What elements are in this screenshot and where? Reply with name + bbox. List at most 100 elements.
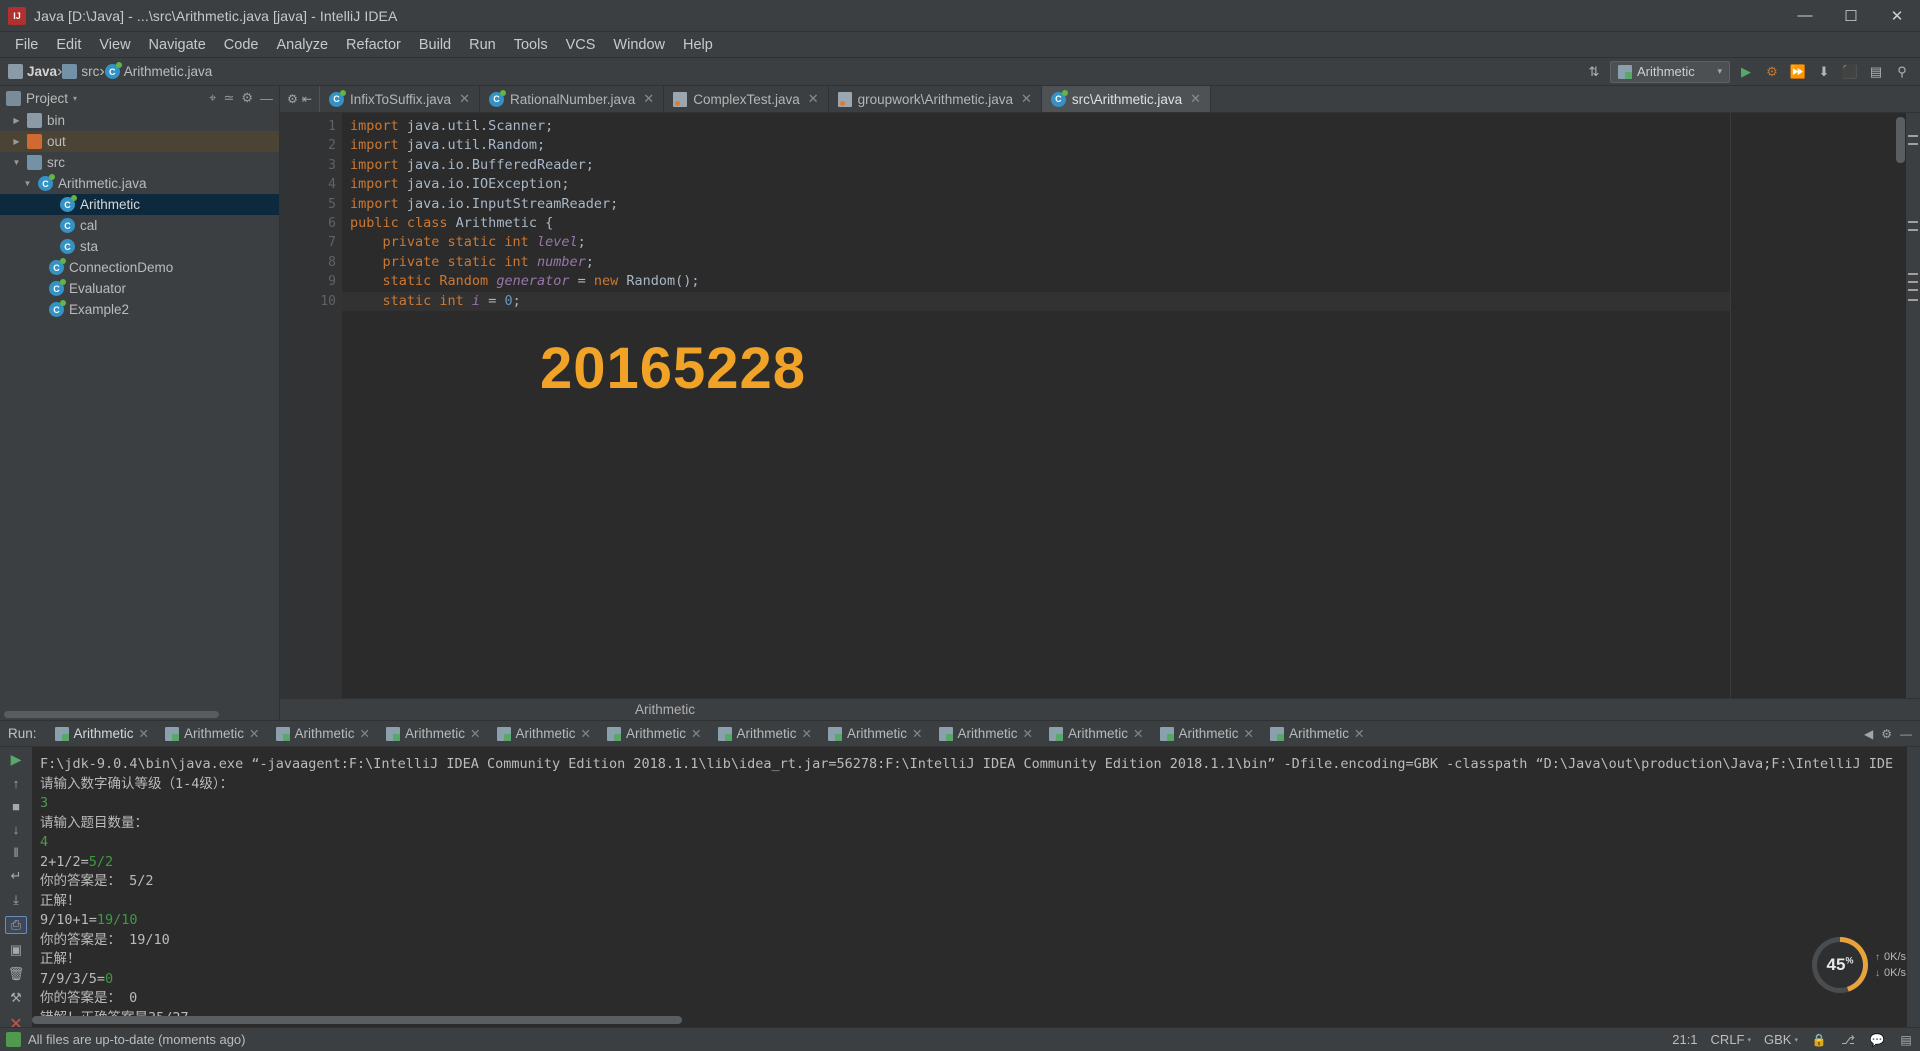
- tree-node-bin[interactable]: ▶ bin: [0, 110, 279, 131]
- editor-tab-rationalnumber-java[interactable]: C RationalNumber.java ✕: [479, 86, 665, 112]
- editor-tab-groupwork-arithmetic-java[interactable]: groupwork\Arithmetic.java ✕: [828, 86, 1042, 112]
- locate-icon[interactable]: ⌖: [209, 90, 216, 106]
- close-icon[interactable]: ✕: [249, 726, 259, 741]
- gutter-line[interactable]: 7: [280, 233, 342, 252]
- collapse-all-icon[interactable]: ≃: [223, 90, 234, 106]
- tree-node-arithmetic[interactable]: C Arithmetic: [0, 194, 279, 215]
- git-branch-icon[interactable]: ⎇: [1840, 1032, 1856, 1048]
- run-configuration-selector[interactable]: Arithmetic ▾: [1610, 60, 1730, 83]
- editor-breadcrumb[interactable]: Arithmetic: [280, 698, 1920, 720]
- editor-marker-strip[interactable]: [1906, 113, 1920, 698]
- tree-expand-arrow[interactable]: ▶: [11, 137, 22, 146]
- editor-tab-complextest-java[interactable]: ComplexTest.java ✕: [664, 86, 829, 112]
- code-content[interactable]: import java.util.Scanner; import java.uti…: [342, 113, 1730, 698]
- close-icon[interactable]: ✕: [691, 726, 701, 741]
- project-tree-horizontal-scrollbar[interactable]: [4, 711, 219, 718]
- settings-icon[interactable]: ▤: [1866, 62, 1886, 82]
- print-button[interactable]: ⎙: [5, 916, 27, 934]
- run-tab[interactable]: Arithmetic ✕: [47, 726, 158, 741]
- system-monitor-widget[interactable]: 45% ↑ 0K/s ↓ 0K/s: [1811, 937, 1906, 993]
- code-editor[interactable]: 1-2345-6-78910 import java.util.Scanner;…: [280, 113, 1920, 698]
- run-tab[interactable]: Arithmetic ✕: [931, 726, 1042, 741]
- run-tab[interactable]: Arithmetic ✕: [157, 726, 268, 741]
- close-icon[interactable]: ✕: [808, 91, 819, 107]
- scroll-to-end-button[interactable]: ⤓: [5, 892, 27, 908]
- tree-node-arithmetic-java[interactable]: ▼ C Arithmetic.java: [0, 173, 279, 194]
- close-icon[interactable]: ✕: [360, 726, 370, 741]
- console-vertical-scrollbar[interactable]: [1907, 747, 1920, 1027]
- run-tab[interactable]: Arithmetic ✕: [378, 726, 489, 741]
- close-icon[interactable]: ✕: [643, 91, 654, 107]
- console-output[interactable]: F:\jdk-9.0.4\bin\java.exe “-javaagent:F:…: [32, 747, 1920, 1027]
- close-icon[interactable]: ✕: [1190, 91, 1201, 107]
- scroll-tabs-left-icon[interactable]: ◀: [1864, 727, 1873, 741]
- code-line[interactable]: import java.util.Random;: [342, 136, 1730, 155]
- settings-button[interactable]: ⚒: [5, 990, 27, 1006]
- tree-node-out[interactable]: ▶ out: [0, 131, 279, 152]
- breadcrumb-module[interactable]: Java: [8, 64, 57, 79]
- project-tree[interactable]: ▶ bin ▶ out ▼ src ▼ C Arithmetic.java C Arithmetic…: [0, 110, 279, 720]
- event-log-icon[interactable]: 💬: [1869, 1032, 1885, 1048]
- gutter-line[interactable]: 5-: [280, 195, 354, 214]
- scroll-down-button[interactable]: ↓: [5, 822, 27, 837]
- menu-item-analyze[interactable]: Analyze: [267, 34, 337, 56]
- code-line[interactable]: import java.io.BufferedReader;: [342, 156, 1730, 175]
- breadcrumb-src[interactable]: src: [62, 64, 99, 79]
- run-tab[interactable]: Arithmetic ✕: [489, 726, 600, 741]
- open-console-button[interactable]: ▣: [5, 942, 27, 958]
- menu-item-file[interactable]: File: [6, 34, 47, 56]
- gutter-line[interactable]: 8: [280, 253, 342, 272]
- maximize-button[interactable]: ☐: [1828, 0, 1874, 31]
- hide-tool-windows-icon[interactable]: ▤: [1898, 1032, 1914, 1048]
- code-line[interactable]: private static int number;: [342, 253, 1730, 272]
- menu-item-refactor[interactable]: Refactor: [337, 34, 410, 56]
- editor-tab-src-arithmetic-java[interactable]: Csrc\Arithmetic.java ✕: [1041, 86, 1212, 112]
- close-icon[interactable]: ✕: [139, 726, 149, 741]
- close-window-button[interactable]: ✕: [1874, 0, 1920, 31]
- close-icon[interactable]: ✕: [912, 726, 922, 741]
- lock-icon[interactable]: 🔒: [1811, 1032, 1827, 1048]
- scroll-up-button[interactable]: ↑: [5, 776, 27, 791]
- soft-wrap-button[interactable]: ↵: [5, 868, 27, 884]
- tree-expand-arrow[interactable]: ▶: [11, 116, 22, 125]
- menu-item-build[interactable]: Build: [410, 34, 460, 56]
- menu-item-run[interactable]: Run: [460, 34, 505, 56]
- hide-panel-icon[interactable]: —: [260, 91, 273, 106]
- code-line[interactable]: static int i = 0;: [342, 291, 1730, 311]
- clear-all-button[interactable]: 🗑: [5, 966, 27, 982]
- tree-expand-arrow[interactable]: ▼: [22, 179, 33, 188]
- run-tab[interactable]: Arithmetic ✕: [1041, 726, 1152, 741]
- tree-node-evaluator[interactable]: C Evaluator: [0, 278, 279, 299]
- run-tab[interactable]: Arithmetic ✕: [1262, 726, 1373, 741]
- minimize-button[interactable]: —: [1782, 0, 1828, 31]
- collapse-tabs-icon[interactable]: ⇤: [302, 92, 312, 106]
- menu-item-navigate[interactable]: Navigate: [140, 34, 215, 56]
- search-everywhere-icon[interactable]: ⚲: [1892, 62, 1912, 82]
- gutter-line[interactable]: 3: [280, 156, 342, 175]
- gutter-line[interactable]: 9: [280, 272, 342, 291]
- close-icon[interactable]: ✕: [581, 726, 591, 741]
- gutter-line[interactable]: 2: [280, 136, 342, 155]
- build-project-icon[interactable]: ⬛: [1840, 62, 1860, 82]
- gutter-line[interactable]: 10: [280, 292, 342, 311]
- run-icon[interactable]: ▶: [1736, 62, 1756, 82]
- chevron-down-icon[interactable]: ▾: [73, 94, 77, 103]
- run-tab[interactable]: Arithmetic ✕: [268, 726, 379, 741]
- code-line[interactable]: private static int level;: [342, 233, 1730, 252]
- tree-expand-arrow[interactable]: ▼: [11, 158, 22, 167]
- close-icon[interactable]: ✕: [1021, 91, 1032, 107]
- menu-item-help[interactable]: Help: [674, 34, 722, 56]
- encoding-selector[interactable]: GBK ▾: [1764, 1032, 1798, 1047]
- run-tab[interactable]: Arithmetic ✕: [599, 726, 710, 741]
- menu-item-tools[interactable]: Tools: [505, 34, 557, 56]
- editor-gutter[interactable]: 1- 2 3 4 5-6- 7 8 9 10: [280, 113, 376, 698]
- attach-profiler-icon[interactable]: ⬇: [1814, 62, 1834, 82]
- close-icon[interactable]: ✕: [1133, 726, 1143, 741]
- run-tab[interactable]: Arithmetic ✕: [710, 726, 821, 741]
- hide-run-panel-icon[interactable]: —: [1900, 727, 1912, 741]
- run-coverage-icon[interactable]: ⏩: [1788, 62, 1808, 82]
- line-separator-selector[interactable]: CRLF ▾: [1711, 1032, 1751, 1047]
- console-horizontal-scrollbar[interactable]: [32, 1016, 682, 1024]
- menu-item-code[interactable]: Code: [215, 34, 268, 56]
- close-icon[interactable]: ✕: [1023, 726, 1033, 741]
